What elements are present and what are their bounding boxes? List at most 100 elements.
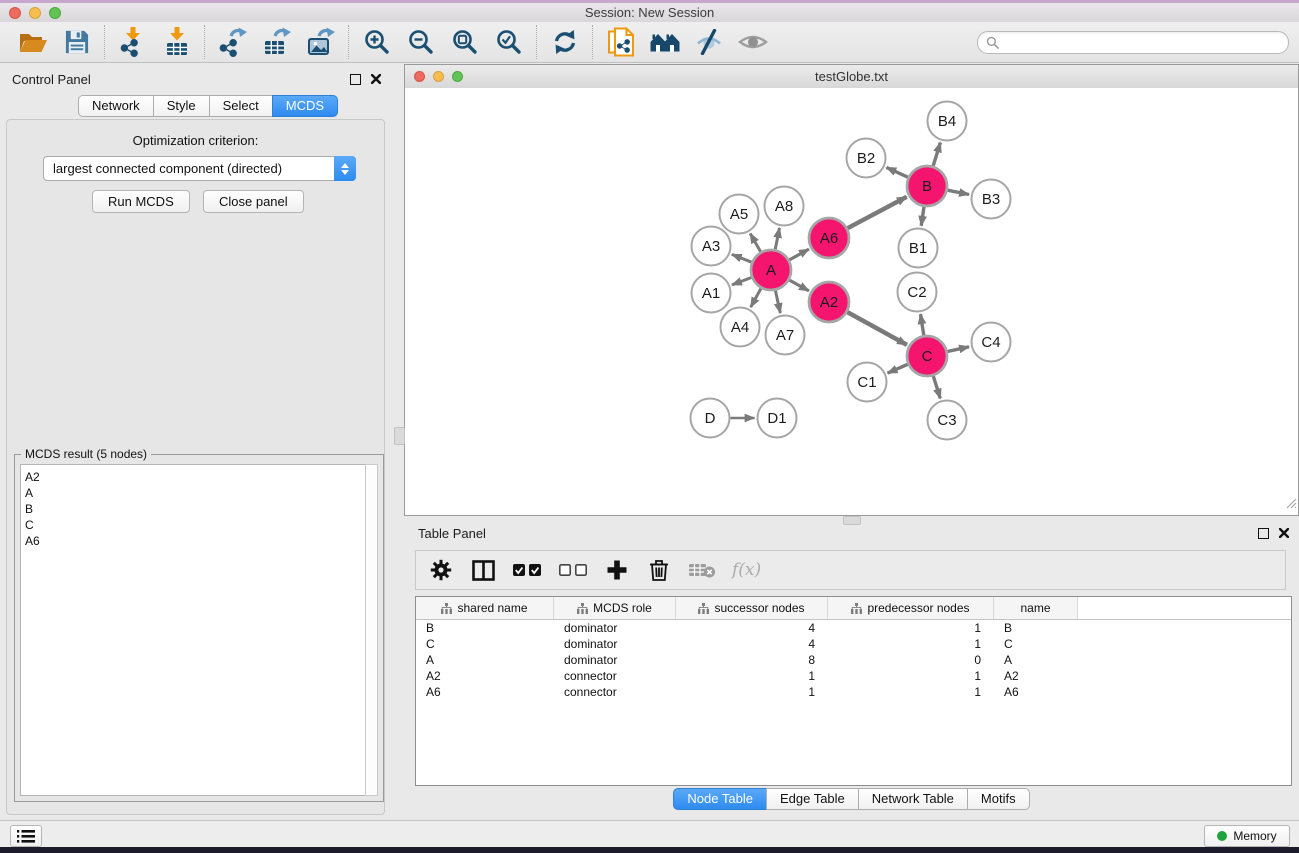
- node-A8[interactable]: A8: [765, 187, 804, 226]
- edge-A2-C[interactable]: [847, 312, 907, 345]
- result-list-scrollbar[interactable]: [365, 464, 378, 796]
- node-A1[interactable]: A1: [692, 274, 731, 313]
- table-mode-button[interactable]: [428, 555, 454, 585]
- cell[interactable]: C: [416, 636, 554, 652]
- cell[interactable]: 1: [828, 684, 994, 700]
- table-row-A2[interactable]: A2connector11A2: [416, 668, 1291, 684]
- tab-style[interactable]: Style: [153, 95, 210, 117]
- close-panel-button[interactable]: Close panel: [203, 190, 304, 213]
- cell[interactable]: 4: [676, 636, 828, 652]
- edge-C-C1[interactable]: [888, 364, 908, 373]
- zoom-selected-button[interactable]: [491, 25, 527, 59]
- tab-motifs[interactable]: Motifs: [967, 788, 1030, 810]
- column-header-successor-nodes[interactable]: successor nodes: [676, 597, 828, 619]
- select-all-button[interactable]: [512, 555, 542, 585]
- edge-B-B1[interactable]: [921, 207, 924, 226]
- node-C3[interactable]: C3: [928, 401, 967, 440]
- column-header-name[interactable]: name: [994, 597, 1078, 619]
- cell[interactable]: connector: [554, 684, 676, 700]
- refresh-layout-button[interactable]: [547, 25, 583, 59]
- cell[interactable]: A: [994, 652, 1078, 668]
- cell[interactable]: A2: [994, 668, 1078, 684]
- cell[interactable]: 1: [676, 668, 828, 684]
- run-mcds-button[interactable]: Run MCDS: [92, 190, 190, 213]
- column-header-MCDS-role[interactable]: MCDS role: [554, 597, 676, 619]
- edge-A-A6[interactable]: [789, 249, 809, 260]
- node-D1[interactable]: D1: [758, 399, 797, 438]
- node-A3[interactable]: A3: [692, 227, 731, 266]
- cell[interactable]: B: [994, 620, 1078, 636]
- edge-C-C2[interactable]: [921, 314, 924, 335]
- node-C1[interactable]: C1: [848, 363, 887, 402]
- column-header-predecessor-nodes[interactable]: predecessor nodes: [828, 597, 994, 619]
- cell[interactable]: dominator: [554, 652, 676, 668]
- table-row-A6[interactable]: A6connector11A6: [416, 684, 1291, 700]
- float-panel-icon[interactable]: [350, 74, 361, 85]
- tab-network-table[interactable]: Network Table: [858, 788, 968, 810]
- export-network-button[interactable]: [215, 25, 251, 59]
- show-column-button[interactable]: [470, 555, 496, 585]
- cell[interactable]: 1: [828, 668, 994, 684]
- node-B4[interactable]: B4: [928, 102, 967, 141]
- cell[interactable]: 1: [828, 620, 994, 636]
- close-table-panel-icon[interactable]: [1279, 528, 1289, 538]
- vertical-split-handle[interactable]: [394, 427, 405, 445]
- new-network-from-file-button[interactable]: [603, 25, 639, 59]
- network-window-titlebar[interactable]: testGlobe.txt: [405, 65, 1298, 89]
- network-canvas[interactable]: B4B2BB3A8A5A6A3B1AC2A1A2A4A7C4CC1C3DD1: [405, 88, 1298, 515]
- export-image-button[interactable]: [303, 25, 339, 59]
- node-C4[interactable]: C4: [972, 323, 1011, 362]
- cell[interactable]: A: [416, 652, 554, 668]
- cell[interactable]: 8: [676, 652, 828, 668]
- delete-column-button[interactable]: [646, 555, 672, 585]
- node-A4[interactable]: A4: [721, 308, 760, 347]
- cell[interactable]: A6: [416, 684, 554, 700]
- export-table-button[interactable]: [259, 25, 295, 59]
- node-B3[interactable]: B3: [972, 180, 1011, 219]
- node-A5[interactable]: A5: [720, 195, 759, 234]
- node-A2[interactable]: A2: [809, 282, 849, 322]
- resize-grip-icon[interactable]: [1284, 496, 1297, 514]
- cell[interactable]: 0: [828, 652, 994, 668]
- edge-C-C4[interactable]: [948, 347, 970, 352]
- tab-node-table[interactable]: Node Table: [673, 788, 767, 810]
- node-B[interactable]: B: [907, 166, 947, 206]
- hide-selected-button[interactable]: [691, 25, 727, 59]
- table-row-C[interactable]: Cdominator41C: [416, 636, 1291, 652]
- close-panel-icon[interactable]: [371, 74, 381, 84]
- import-network-button[interactable]: [115, 25, 151, 59]
- add-column-button[interactable]: [604, 555, 630, 585]
- first-neighbors-button[interactable]: [647, 25, 683, 59]
- cell[interactable]: C: [994, 636, 1078, 652]
- tab-select[interactable]: Select: [209, 95, 273, 117]
- node-A[interactable]: A: [751, 250, 791, 290]
- cell[interactable]: A6: [994, 684, 1078, 700]
- zoom-out-button[interactable]: [403, 25, 439, 59]
- edge-C-C3[interactable]: [933, 376, 940, 399]
- cell[interactable]: 1: [828, 636, 994, 652]
- cell[interactable]: B: [416, 620, 554, 636]
- table-row-B[interactable]: Bdominator41B: [416, 620, 1291, 636]
- cell[interactable]: A2: [416, 668, 554, 684]
- node-B1[interactable]: B1: [899, 229, 938, 268]
- edge-A-A4[interactable]: [751, 288, 761, 307]
- memory-button[interactable]: Memory: [1204, 825, 1290, 847]
- edge-B-B3[interactable]: [948, 190, 969, 194]
- cell[interactable]: 4: [676, 620, 828, 636]
- node-C[interactable]: C: [907, 336, 947, 376]
- edge-A-A5[interactable]: [750, 234, 760, 252]
- zoom-fit-button[interactable]: [447, 25, 483, 59]
- node-C2[interactable]: C2: [898, 273, 937, 312]
- cell[interactable]: connector: [554, 668, 676, 684]
- node-A6[interactable]: A6: [809, 218, 849, 258]
- import-table-button[interactable]: [159, 25, 195, 59]
- edge-A6-B[interactable]: [848, 197, 907, 228]
- tab-mcds[interactable]: MCDS: [272, 95, 338, 117]
- table-row-A[interactable]: Adominator80A: [416, 652, 1291, 668]
- edge-A-A8[interactable]: [775, 228, 779, 249]
- edge-A-A3[interactable]: [732, 254, 752, 262]
- optimization-criterion-dropdown[interactable]: largest connected component (directed): [43, 156, 356, 181]
- edge-B-B2[interactable]: [886, 167, 908, 177]
- cell[interactable]: dominator: [554, 620, 676, 636]
- column-header-shared-name[interactable]: shared name: [416, 597, 554, 619]
